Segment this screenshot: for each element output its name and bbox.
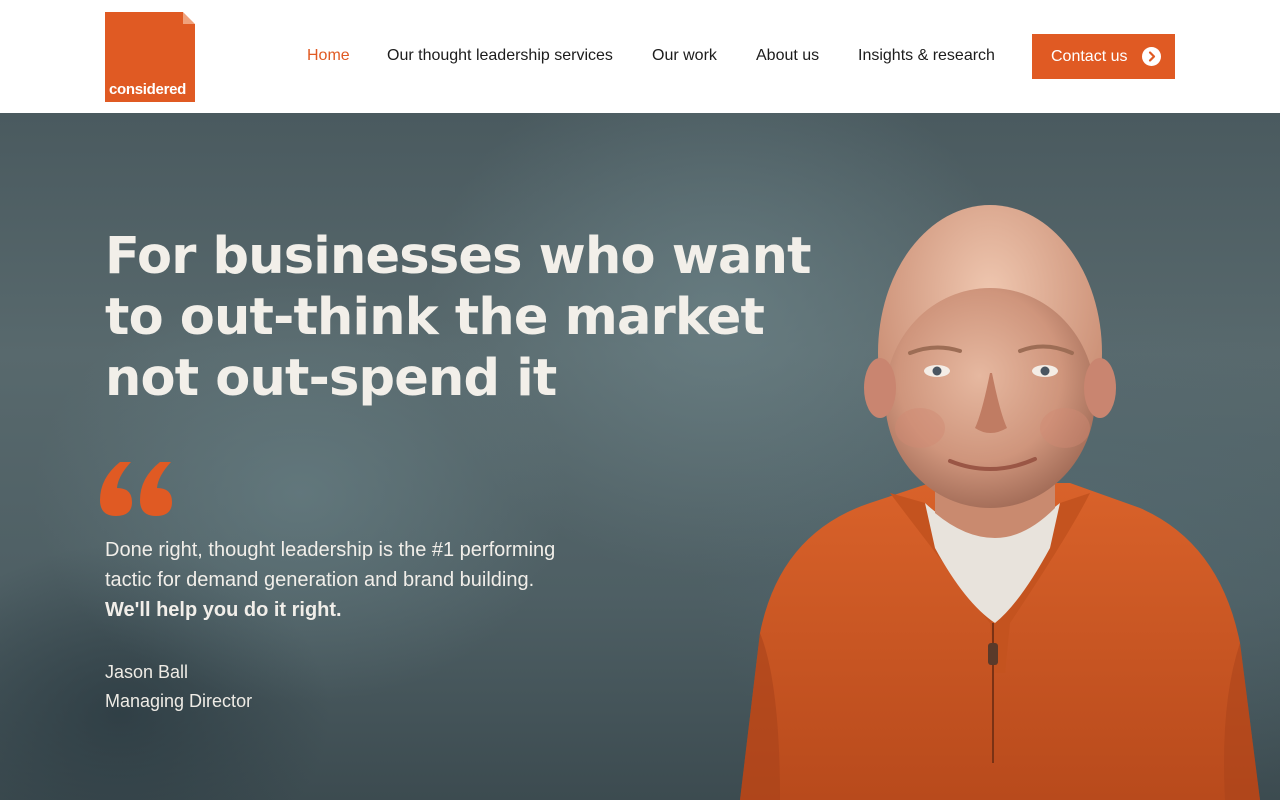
nav-item-services[interactable]: Our thought leadership services: [387, 46, 613, 66]
quote-highlight: We'll help you do it right.: [105, 599, 342, 621]
contact-us-button[interactable]: Contact us: [1032, 34, 1175, 79]
nav-item-home[interactable]: Home: [307, 46, 350, 66]
portrait-image: [740, 205, 1260, 800]
site-header: considered Home Our thought leadership s…: [0, 0, 1280, 113]
quote-mark-icon: [100, 462, 172, 516]
main-nav: Home Our thought leadership services Our…: [0, 0, 1280, 113]
nav-item-our-work[interactable]: Our work: [652, 46, 717, 66]
quote-line: Done right, thought leadership is the #1…: [105, 539, 556, 561]
hero-section: For businesses who want to out-think the…: [0, 113, 1280, 800]
hero-heading-line: For businesses who want: [105, 227, 812, 286]
hero-heading: For businesses who want to out-think the…: [105, 226, 812, 409]
quote-line: tactic for demand generation and brand b…: [105, 569, 535, 591]
nav-item-insights[interactable]: Insights & research: [858, 46, 995, 66]
nav-item-about-us[interactable]: About us: [756, 46, 819, 66]
author-name: Jason Ball: [105, 662, 189, 682]
quote-author: Jason Ball Managing Director: [105, 658, 252, 716]
arrow-right-circle-icon: [1142, 47, 1161, 66]
contact-us-label: Contact us: [1051, 47, 1128, 65]
hero-quote: Done right, thought leadership is the #1…: [105, 535, 665, 625]
author-title: Managing Director: [105, 691, 253, 711]
hero-heading-line: not out-spend it: [105, 349, 557, 408]
hero-heading-line: to out-think the market: [105, 288, 765, 347]
